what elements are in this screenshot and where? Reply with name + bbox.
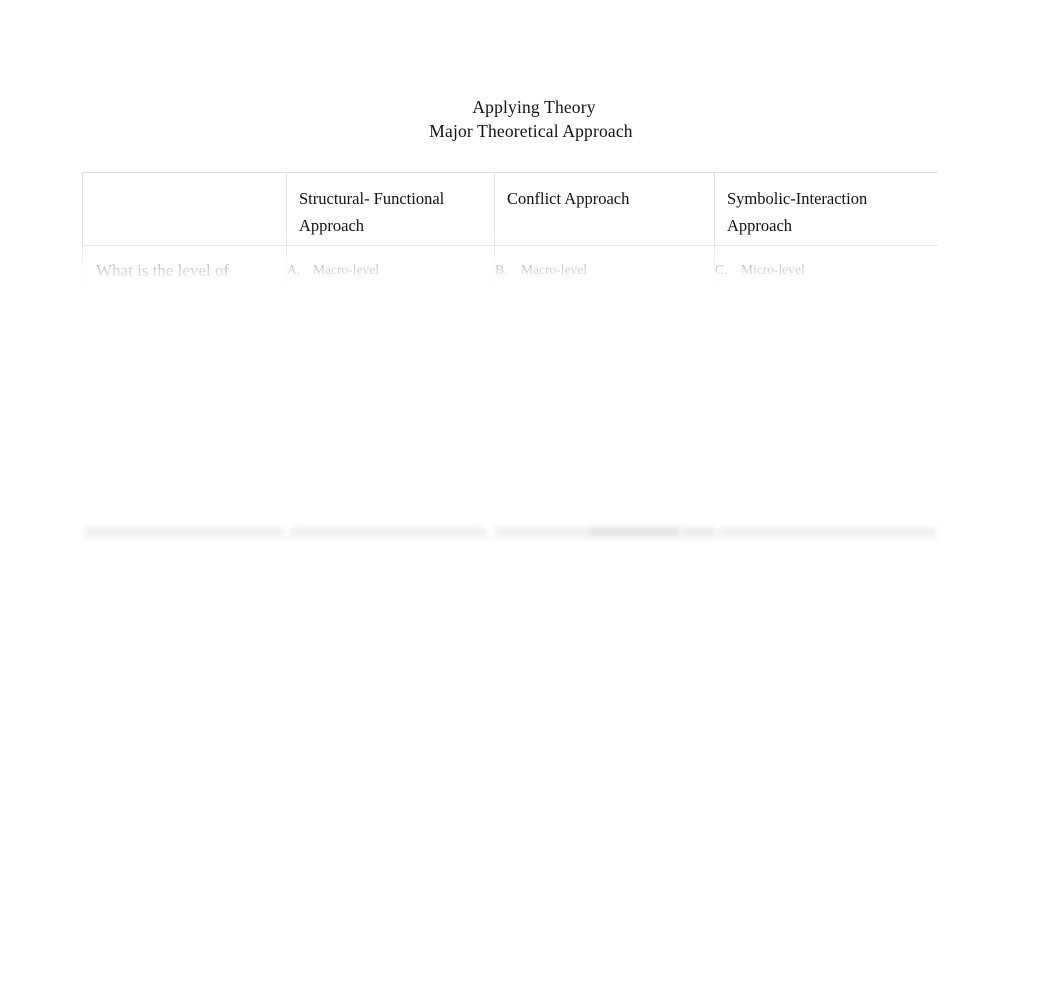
page-title-line-1: Applying Theory bbox=[472, 97, 596, 117]
answer-marker: C. bbox=[715, 262, 728, 277]
question-text: What is the level of bbox=[96, 261, 230, 280]
table-cell-question: What is the level of bbox=[82, 245, 287, 537]
list-item: C. Micro-level bbox=[715, 246, 938, 281]
table-header-cell-structural-functional: Structural- Functional Approach bbox=[286, 172, 495, 246]
page-title-line-2: Major Theoretical Approach bbox=[429, 121, 633, 141]
table-cell-conflict: B. Macro-level bbox=[494, 245, 715, 537]
answer-list-structural-functional: A. Macro-level bbox=[287, 246, 494, 281]
table-row: What is the level of A.Macro-level B.M bbox=[82, 245, 939, 537]
table-header-cell-conflict: Conflict Approach bbox=[494, 172, 715, 246]
list-item: B. Macro-level bbox=[495, 246, 714, 281]
table-header-label-blank bbox=[83, 173, 286, 237]
table-header-label-conflict: Conflict Approach bbox=[507, 189, 630, 208]
list-item: A. Macro-level bbox=[287, 246, 494, 281]
page-title: Applying Theory Major Theoretical Approa… bbox=[0, 95, 1062, 143]
answer-marker: B. bbox=[495, 262, 508, 277]
table-cell-structural-functional: A. Macro-level bbox=[286, 245, 495, 537]
answer-text: Micro-level bbox=[741, 262, 805, 277]
comparison-table: Structural- Functional Approach Conflict… bbox=[82, 172, 939, 537]
answer-list-symbolic-interaction: C. Micro-level bbox=[715, 246, 938, 281]
answer-text: Macro-level bbox=[521, 262, 587, 277]
table-header-label-structural-functional: Structural- Functional Approach bbox=[299, 189, 445, 235]
answer-text: Macro-level bbox=[313, 262, 379, 277]
document-page: Applying Theory Major Theoretical Approa… bbox=[0, 0, 1062, 1006]
table-header-cell-symbolic-interaction: Symbolic-Interaction Approach bbox=[714, 172, 939, 246]
table-header-cell-blank bbox=[82, 172, 287, 246]
table-header-row: Structural- Functional Approach Conflict… bbox=[82, 172, 939, 246]
table-cell-symbolic-interaction: C. Micro-level bbox=[714, 245, 939, 537]
answer-list-conflict: B. Macro-level bbox=[495, 246, 714, 281]
comparison-table-container: Structural- Functional Approach Conflict… bbox=[82, 172, 939, 540]
answer-marker: A. bbox=[287, 262, 301, 277]
table-header-label-symbolic-interaction: Symbolic-Interaction Approach bbox=[727, 189, 868, 235]
